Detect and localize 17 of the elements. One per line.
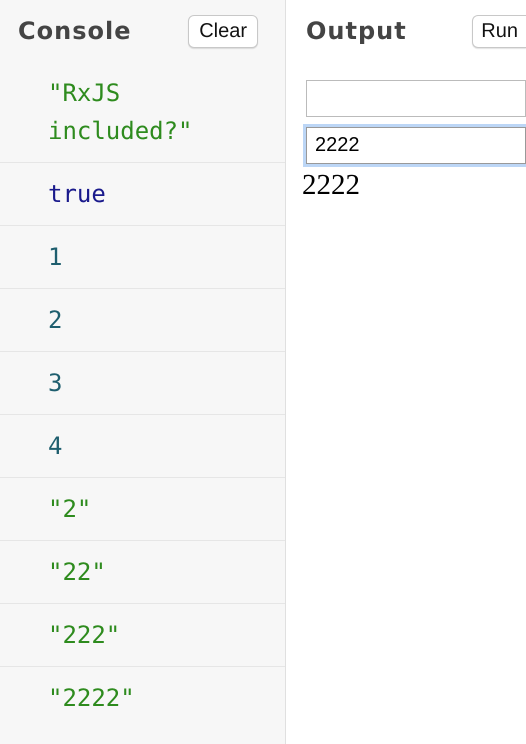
clear-button[interactable]: Clear [188, 14, 258, 48]
console-entry: true [48, 179, 106, 210]
console-entry: "22" [48, 557, 106, 588]
output-text: 2222 [302, 168, 361, 202]
console-entry: 1 [48, 242, 62, 273]
console-entry: 2 [48, 305, 62, 336]
run-button[interactable]: Run [472, 14, 526, 48]
console-entry: 4 [48, 431, 62, 462]
console-entry: "222" [48, 620, 120, 651]
console-entry: "RxJS included?" [48, 78, 194, 147]
output-title: Output [306, 17, 407, 45]
input-field[interactable]: 2222 [306, 127, 526, 164]
console-entry: 3 [48, 368, 62, 399]
console-entry: "2222" [48, 683, 135, 714]
console-title: Console [18, 17, 132, 45]
console-entry: "2" [48, 494, 92, 525]
input-field[interactable] [306, 80, 526, 117]
